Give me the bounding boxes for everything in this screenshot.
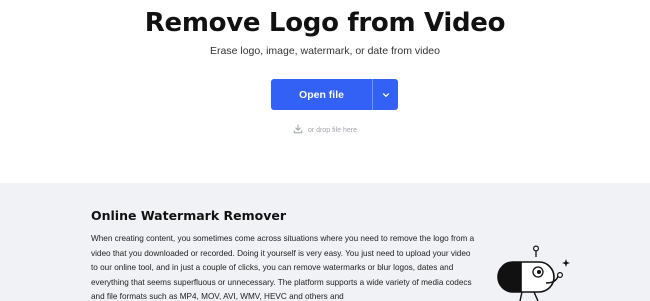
open-file-button[interactable]: Open file bbox=[271, 79, 372, 110]
drop-hint-text: or drop file here bbox=[307, 126, 358, 134]
open-file-button-group: Open file bbox=[271, 79, 398, 110]
download-icon bbox=[293, 121, 303, 139]
chevron-down-icon bbox=[382, 86, 390, 104]
info-section: Online Watermark Remover When creating c… bbox=[0, 183, 650, 301]
open-options-dropdown[interactable] bbox=[373, 79, 398, 110]
section-title: Online Watermark Remover bbox=[91, 208, 287, 223]
capsule-character-illustration bbox=[490, 245, 580, 301]
page-title: Remove Logo from Video bbox=[144, 8, 506, 38]
page-subtitle: Erase logo, image, watermark, or date fr… bbox=[210, 45, 440, 57]
drop-zone-hint[interactable]: or drop file here bbox=[0, 121, 650, 139]
section-body-text: When creating content, you sometimes com… bbox=[91, 234, 475, 301]
hero-section: Remove Logo from Video Erase logo, image… bbox=[0, 0, 650, 183]
